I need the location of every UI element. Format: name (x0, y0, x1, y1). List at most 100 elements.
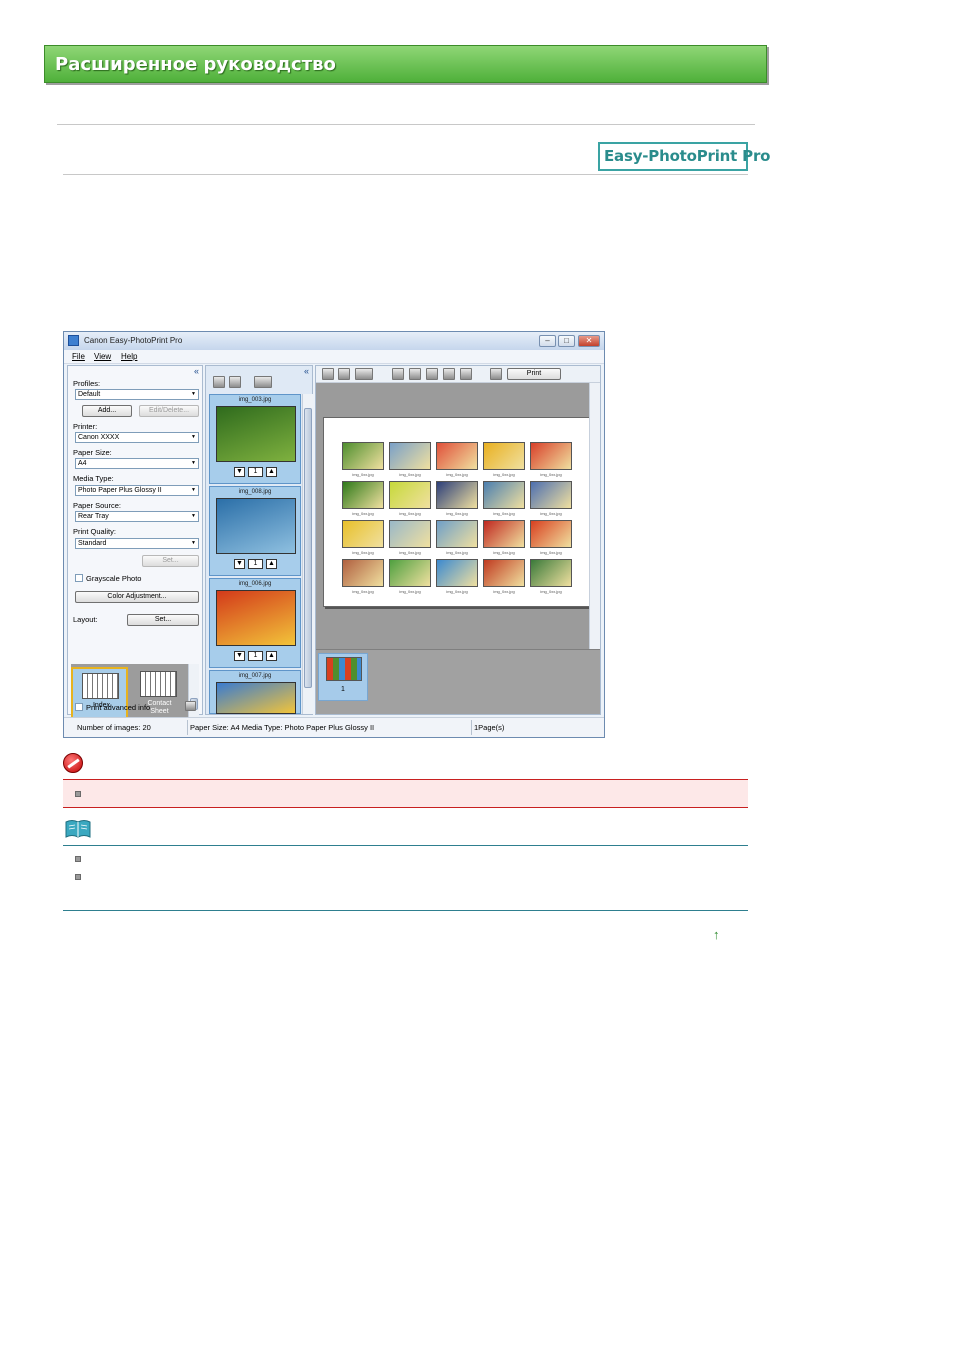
media-type-label: Media Type: (73, 474, 114, 483)
photo-item[interactable]: img_008.jpg ▼ 1 ▲ (209, 486, 301, 576)
paper-size-dropdown[interactable]: A4 (75, 458, 199, 469)
photo-thumbnail (216, 590, 296, 646)
copies-down-button[interactable]: ▼ (234, 651, 245, 661)
collapse-left-icon[interactable]: « (194, 367, 199, 376)
printer-dropdown[interactable]: Canon XXXX (75, 432, 199, 443)
media-type-dropdown[interactable]: Photo Paper Plus Glossy II (75, 485, 199, 496)
maximize-button[interactable]: □ (558, 335, 575, 347)
index-photo-tile (342, 559, 384, 587)
menu-file[interactable]: File (72, 352, 85, 361)
copies-down-button[interactable]: ▼ (234, 467, 245, 477)
zoom-icon[interactable] (355, 368, 373, 380)
add-profile-button[interactable]: Add... (82, 405, 132, 417)
important-icon (63, 753, 83, 773)
grayscale-label: Grayscale Photo (86, 574, 142, 583)
remove-photo-icon[interactable] (229, 376, 241, 388)
preview-panel: Print img_0xx.jpg img_0xx.jpg img_0xx.jpg i… (315, 365, 601, 715)
layout-set-button[interactable]: Set... (127, 614, 199, 626)
status-divider (471, 720, 472, 735)
layout-index-preview (82, 673, 119, 699)
index-photo-caption: img_0xx.jpg (399, 550, 421, 555)
layout-contact-sheet[interactable]: Contact Sheet (131, 667, 188, 724)
crop-icon[interactable] (426, 368, 438, 380)
status-paper-info: Paper Size: A4 Media Type: Photo Paper P… (190, 723, 375, 732)
copies-up-button[interactable]: ▲ (266, 651, 277, 661)
collapse-middle-icon[interactable]: « (304, 367, 309, 376)
photo-list-scrollbar[interactable] (302, 394, 313, 714)
page-thumbnail-image (326, 657, 362, 681)
app-window: Canon Easy-PhotoPrint Pro – □ ✕ File Vie… (63, 331, 605, 738)
quality-set-button[interactable]: Set... (142, 555, 199, 567)
print-button[interactable]: Print (507, 368, 561, 380)
layout-icon[interactable] (460, 368, 472, 380)
photo-item[interactable]: img_007.jpg (209, 670, 301, 714)
page-thumbnail[interactable]: 1 (318, 653, 368, 701)
text-icon[interactable] (443, 368, 455, 380)
print-advanced-checkbox[interactable] (75, 703, 83, 711)
print-quality-dropdown[interactable]: Standard (75, 538, 199, 549)
copies-value[interactable]: 1 (248, 467, 263, 477)
paper-source-dropdown[interactable]: Rear Tray (75, 511, 199, 522)
color-adjustment-button[interactable]: Color Adjustment... (75, 591, 199, 603)
status-bar: Number of images: 20 Paper Size: A4 Medi… (64, 717, 604, 737)
index-photo-tile (342, 520, 384, 548)
copies-up-button[interactable]: ▲ (266, 467, 277, 477)
menu-help[interactable]: Help (121, 352, 137, 361)
important-box (63, 780, 748, 808)
preview-scrollbar[interactable] (589, 383, 600, 649)
menu-view[interactable]: View (94, 352, 111, 361)
window-titlebar: Canon Easy-PhotoPrint Pro – □ ✕ (64, 332, 604, 350)
copies-value[interactable]: 1 (248, 559, 263, 569)
index-photo-tile (483, 442, 525, 470)
index-photo-caption: img_0xx.jpg (399, 472, 421, 477)
print-settings-icon[interactable] (490, 368, 502, 380)
back-to-top-link[interactable]: ↑ (713, 928, 720, 941)
banner-title: Расширенное руководство (55, 54, 336, 75)
index-photo-caption: img_0xx.jpg (540, 589, 562, 594)
photo-list-scrollbar-thumb[interactable] (304, 408, 312, 688)
minimize-button[interactable]: – (539, 335, 556, 347)
index-photo-caption: img_0xx.jpg (540, 511, 562, 516)
copies-down-button[interactable]: ▼ (234, 559, 245, 569)
rotate-right-icon[interactable] (409, 368, 421, 380)
edit-delete-button[interactable]: Edit/Delete... (139, 405, 199, 417)
index-photo-tile (342, 442, 384, 470)
settings-panel: « Profiles: Default Add... Edit/Delete..… (67, 365, 203, 729)
photo-filename: img_006.jpg (238, 581, 272, 587)
rotate-left-icon[interactable] (392, 368, 404, 380)
print-quality-label: Print Quality: (73, 527, 116, 536)
index-photo-caption: img_0xx.jpg (399, 589, 421, 594)
grayscale-checkbox[interactable] (75, 574, 83, 582)
index-photo-tile (483, 559, 525, 587)
photo-thumbnail (216, 406, 296, 462)
section-end-divider (63, 910, 748, 911)
select-all-icon[interactable] (213, 376, 225, 388)
copies-up-button[interactable]: ▲ (266, 559, 277, 569)
info-settings-icon[interactable] (185, 701, 196, 711)
index-photo-tile (389, 481, 431, 509)
page-number: 1 (341, 686, 345, 693)
index-photo-tile (530, 442, 572, 470)
next-page-icon[interactable] (338, 368, 350, 380)
preview-toolbar: Print (316, 366, 600, 383)
prev-page-icon[interactable] (322, 368, 334, 380)
profiles-dropdown[interactable]: Default (75, 389, 199, 400)
index-photo-caption: img_0xx.jpg (493, 550, 515, 555)
photo-item[interactable]: img_003.jpg ▼ 1 ▲ (209, 394, 301, 484)
index-photo-caption: img_0xx.jpg (352, 472, 374, 477)
print-advanced-label: Print advanced info (86, 703, 151, 712)
index-photo-caption: img_0xx.jpg (352, 550, 374, 555)
photo-filename: img_003.jpg (238, 397, 272, 403)
view-mode-icon[interactable] (254, 376, 272, 388)
copies-value[interactable]: 1 (248, 651, 263, 661)
layout-index[interactable]: Index (71, 667, 128, 724)
index-photo-tile (436, 442, 478, 470)
index-photo-caption: img_0xx.jpg (446, 472, 468, 477)
note-book-icon (65, 820, 91, 838)
photo-filename: img_007.jpg (238, 673, 272, 679)
photo-item[interactable]: img_006.jpg ▼ 1 ▲ (209, 578, 301, 668)
divider-top (57, 124, 755, 125)
index-photo-caption: img_0xx.jpg (493, 511, 515, 516)
index-photo-caption: img_0xx.jpg (540, 550, 562, 555)
close-button[interactable]: ✕ (578, 335, 600, 347)
